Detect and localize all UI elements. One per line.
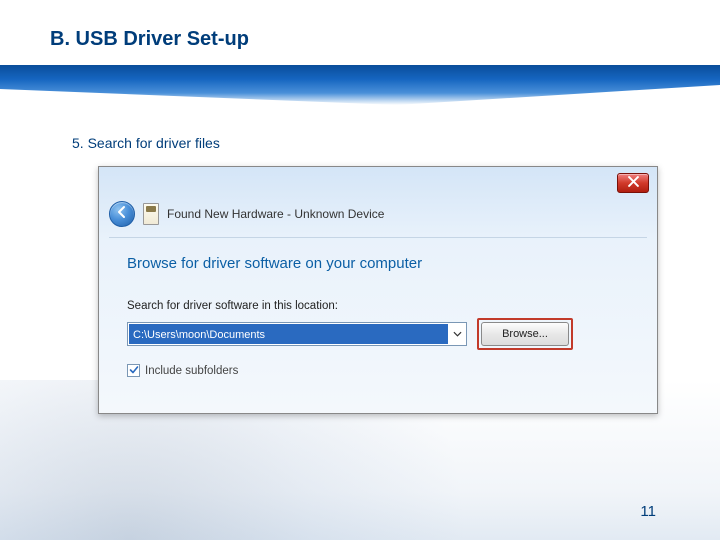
- hardware-wizard-dialog: Found New Hardware - Unknown Device Brow…: [98, 166, 658, 414]
- arrow-left-icon: [115, 205, 129, 224]
- close-button[interactable]: [617, 173, 649, 193]
- close-icon: [628, 174, 639, 192]
- dialog-header: Found New Hardware - Unknown Device: [109, 201, 384, 227]
- include-subfolders-label: Include subfolders: [145, 365, 238, 377]
- slide-title: B. USB Driver Set-up: [50, 28, 249, 51]
- divider: [109, 237, 647, 238]
- highlight-frame: Browse...: [477, 318, 573, 350]
- dialog-heading: Browse for driver software on your compu…: [127, 255, 637, 272]
- include-subfolders-checkbox[interactable]: [127, 364, 140, 377]
- chevron-down-icon: [448, 323, 466, 345]
- device-icon: [143, 203, 159, 225]
- path-value: C:\Users\moon\Documents: [129, 324, 448, 344]
- path-row: C:\Users\moon\Documents Browse...: [127, 318, 637, 350]
- page-number: 11: [640, 503, 656, 520]
- browse-button[interactable]: Browse...: [481, 322, 569, 346]
- step-label: 5. Search for driver files: [72, 135, 220, 151]
- slide-decorative-band: [0, 65, 720, 105]
- include-subfolders-row: Include subfolders: [127, 364, 637, 377]
- back-button[interactable]: [109, 201, 135, 227]
- path-combobox[interactable]: C:\Users\moon\Documents: [127, 322, 467, 346]
- dialog-window-title: Found New Hardware - Unknown Device: [167, 207, 384, 221]
- search-location-label: Search for driver software in this locat…: [127, 300, 637, 312]
- dialog-content: Browse for driver software on your compu…: [127, 255, 637, 377]
- checkmark-icon: [129, 362, 139, 380]
